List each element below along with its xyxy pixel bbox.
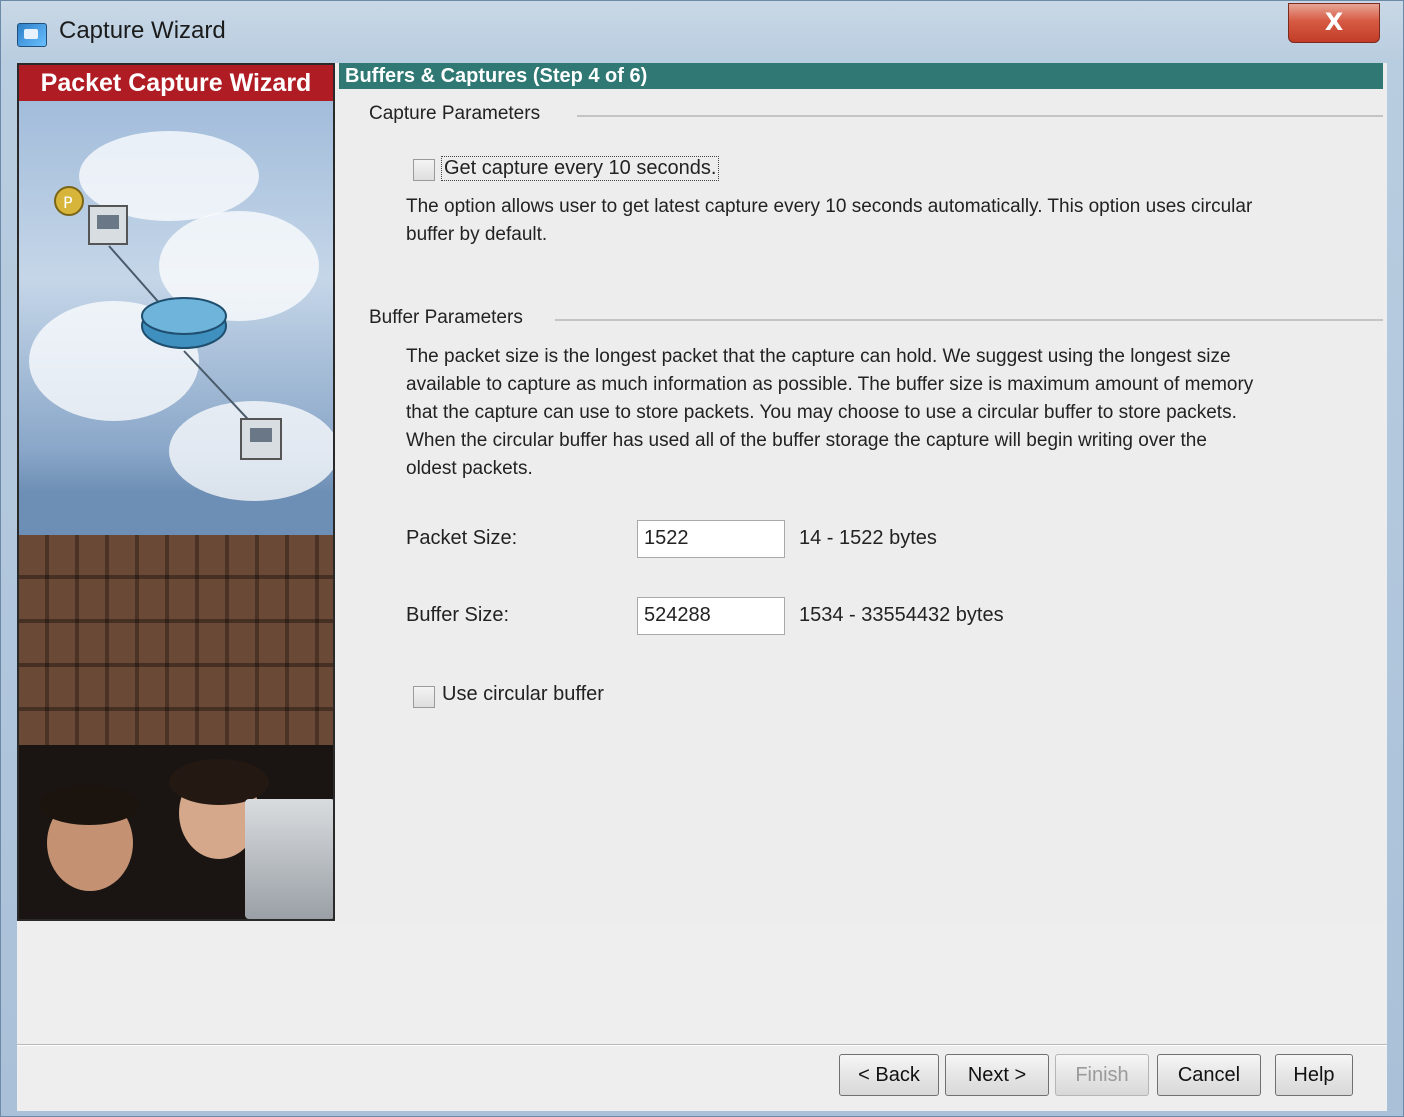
packet-size-range: 14 - 1522 bytes xyxy=(799,527,937,549)
step-content: Buffers & Captures (Step 4 of 6) Capture… xyxy=(339,63,1387,923)
capture-description-line2: buffer by default. xyxy=(406,224,548,245)
buffer-size-label: Buffer Size: xyxy=(406,604,510,626)
people-at-computer-photo xyxy=(19,745,333,919)
capture-description-line1: The option allows user to get latest cap… xyxy=(406,196,1253,217)
next-button[interactable]: Next > xyxy=(945,1054,1049,1096)
circular-buffer-checkbox[interactable] xyxy=(413,686,435,708)
buffer-size-input[interactable]: 524288 xyxy=(637,597,785,635)
sky-illustration: P xyxy=(19,101,333,561)
capture-wizard-window: Capture Wizard X Packet Capture Wizard P xyxy=(0,0,1404,1117)
get-capture-label[interactable]: Get capture every 10 seconds. xyxy=(441,156,720,181)
wizard-banner-title: Packet Capture Wizard xyxy=(19,65,333,101)
buffer-parameters-title: Buffer Parameters xyxy=(369,307,523,328)
close-button[interactable]: X xyxy=(1288,3,1380,43)
capture-parameters-title: Capture Parameters xyxy=(369,103,541,124)
buffer-description-line5: oldest packets. xyxy=(406,458,533,479)
back-button[interactable]: < Back xyxy=(839,1054,939,1096)
packet-size-input[interactable]: 1522 xyxy=(637,520,785,558)
get-capture-checkbox[interactable] xyxy=(413,159,435,181)
svg-text:P: P xyxy=(63,193,73,212)
buffer-parameters-divider xyxy=(555,319,1383,321)
brick-wall-illustration xyxy=(19,535,333,755)
circular-buffer-label[interactable]: Use circular buffer xyxy=(442,683,604,706)
buffer-size-range: 1534 - 33554432 bytes xyxy=(799,604,1004,626)
buffer-description-line1: The packet size is the longest packet th… xyxy=(406,346,1231,367)
buffer-description-line2: available to capture as much information… xyxy=(406,374,1254,395)
wizard-illustration: Packet Capture Wizard P xyxy=(17,63,335,921)
wizard-body: Packet Capture Wizard P Buffers & Captur… xyxy=(17,63,1387,1111)
buffer-description-line3: that the capture can use to store packet… xyxy=(406,402,1237,423)
cancel-button[interactable]: Cancel xyxy=(1157,1054,1261,1096)
help-button[interactable]: Help xyxy=(1275,1054,1353,1096)
window-title: Capture Wizard xyxy=(59,17,226,44)
network-app-icon xyxy=(17,23,47,47)
capture-parameters-divider xyxy=(577,115,1383,117)
finish-button[interactable]: Finish xyxy=(1055,1054,1149,1096)
network-topology-icon: P xyxy=(54,186,282,460)
title-bar[interactable]: Capture Wizard X xyxy=(1,1,1404,63)
packet-size-label: Packet Size: xyxy=(406,527,518,549)
buffer-description-line4: When the circular buffer has used all of… xyxy=(406,430,1207,451)
step-header: Buffers & Captures (Step 4 of 6) xyxy=(339,63,1383,89)
footer-divider xyxy=(17,1044,1387,1046)
